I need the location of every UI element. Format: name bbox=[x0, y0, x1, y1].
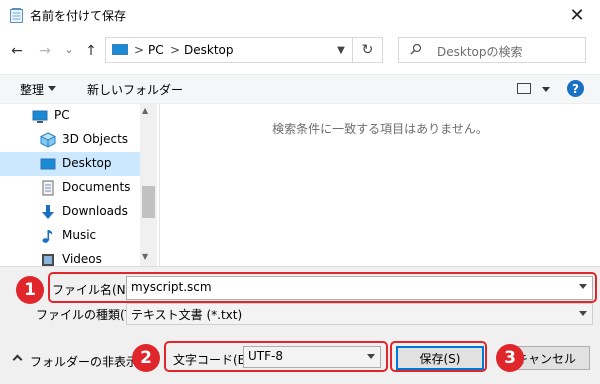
breadcrumb-pc[interactable]: PC bbox=[148, 43, 164, 57]
tree-item-label: Documents bbox=[62, 180, 131, 194]
new-folder-button[interactable]: 新しいフォルダー bbox=[87, 81, 183, 98]
search-placeholder: Desktopの検索 bbox=[437, 45, 523, 59]
up-button[interactable]: ↑ bbox=[82, 42, 100, 60]
close-icon: ✕ bbox=[569, 4, 585, 26]
back-button[interactable]: ← bbox=[8, 42, 26, 60]
tree-item-label: Music bbox=[62, 228, 97, 242]
scroll-up-icon[interactable]: ▲ bbox=[142, 106, 148, 115]
search-input[interactable]: Desktopの検索 bbox=[398, 37, 586, 63]
document-icon bbox=[42, 180, 54, 196]
tree-item-videos[interactable]: Videos bbox=[0, 248, 140, 266]
filetype-select[interactable]: テキスト文書 (*.txt) bbox=[126, 303, 593, 325]
caret-down-icon[interactable] bbox=[542, 87, 550, 92]
address-bar[interactable]: > PC > Desktop bbox=[105, 37, 353, 63]
tree-item-label: Videos bbox=[62, 252, 102, 266]
pc-icon bbox=[32, 110, 48, 123]
save-as-dialog: 名前を付けて保存 ✕ ← → ⌄ ↑ > PC > Desktop ▼ ↻ De… bbox=[0, 0, 600, 384]
recent-locations-button[interactable]: ⌄ bbox=[60, 40, 78, 58]
chevron-down-icon: ⌄ bbox=[64, 42, 74, 56]
callout-badge-2: 2 bbox=[132, 344, 160, 372]
back-arrow-icon: ← bbox=[11, 43, 23, 59]
tree-item-downloads[interactable]: Downloads bbox=[0, 200, 140, 224]
desktop-icon bbox=[40, 158, 56, 170]
hide-folders-toggle[interactable]: フォルダーの非表示 bbox=[30, 353, 138, 370]
pc-icon bbox=[112, 44, 128, 55]
download-icon bbox=[42, 205, 54, 219]
callout-badge-1: 1 bbox=[16, 276, 44, 304]
window-title: 名前を付けて保存 bbox=[30, 9, 127, 23]
breadcrumb-separator: > bbox=[170, 43, 181, 57]
tree-item-label: Downloads bbox=[62, 204, 128, 218]
title-bar: 名前を付けて保存 ✕ bbox=[0, 0, 600, 30]
empty-folder-message: 検索条件に一致する項目はありません。 bbox=[272, 122, 488, 136]
close-button[interactable]: ✕ bbox=[554, 0, 600, 30]
forward-button[interactable]: → bbox=[36, 42, 54, 60]
cube-icon bbox=[40, 132, 56, 148]
callout-box-save bbox=[390, 341, 487, 372]
filetype-value: テキスト文書 (*.txt) bbox=[131, 308, 243, 322]
tree-item-label: PC bbox=[54, 108, 70, 122]
chevron-down-icon[interactable] bbox=[579, 311, 587, 316]
scrollbar-thumb[interactable] bbox=[142, 186, 155, 218]
tree-item-documents[interactable]: Documents bbox=[0, 176, 140, 200]
caret-down-icon bbox=[48, 86, 56, 91]
scroll-down-icon[interactable]: ▼ bbox=[142, 252, 148, 261]
callout-box-filename bbox=[48, 272, 597, 303]
video-icon bbox=[42, 254, 54, 266]
music-icon bbox=[42, 230, 53, 243]
breadcrumb-desktop[interactable]: Desktop bbox=[184, 43, 234, 57]
callout-badge-3: 3 bbox=[496, 344, 524, 372]
tree-item-label: 3D Objects bbox=[62, 132, 129, 146]
search-icon bbox=[410, 43, 422, 55]
refresh-icon: ↻ bbox=[361, 42, 374, 58]
organize-button[interactable]: 整理 bbox=[20, 81, 44, 98]
view-options-icon[interactable] bbox=[517, 83, 531, 94]
help-button[interactable]: ? bbox=[567, 80, 584, 97]
tree-item-3d-objects[interactable]: 3D Objects bbox=[0, 128, 140, 152]
address-dropdown-button[interactable]: ▼ bbox=[330, 37, 352, 63]
tree-item-desktop[interactable]: Desktop bbox=[0, 152, 140, 176]
command-bar: 整理 新しいフォルダー ? bbox=[0, 74, 600, 104]
refresh-button[interactable]: ↻ bbox=[353, 37, 383, 63]
up-arrow-icon: ↑ bbox=[85, 43, 97, 59]
notepad-icon bbox=[10, 8, 23, 23]
cancel-button-label: キャンセル bbox=[515, 351, 576, 366]
breadcrumb-separator: > bbox=[134, 43, 145, 57]
callout-box-encoding bbox=[164, 341, 388, 372]
tree-item-pc[interactable]: PC bbox=[0, 104, 140, 128]
tree-item-label: Desktop bbox=[62, 156, 112, 170]
tree-item-music[interactable]: Music bbox=[0, 224, 140, 248]
chevron-down-icon: ▼ bbox=[337, 44, 345, 56]
forward-arrow-icon: → bbox=[39, 43, 51, 59]
navigation-scrollbar[interactable]: ▲ ▼ bbox=[140, 104, 157, 266]
navigation-pane: PC 3D Objects Desktop Documents Download… bbox=[0, 104, 160, 266]
